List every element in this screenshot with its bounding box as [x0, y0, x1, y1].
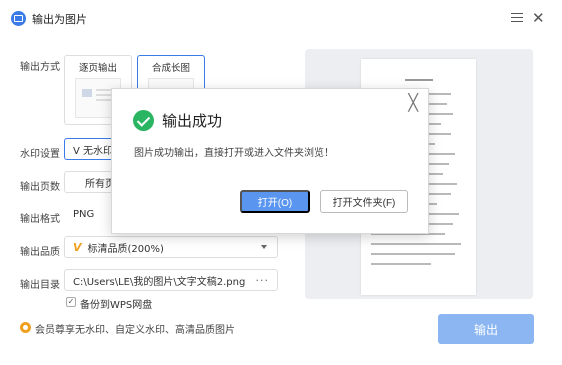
directory-label: 输出目录 — [20, 280, 60, 291]
dialog-title: 输出成功 — [162, 112, 223, 130]
directory-input[interactable]: C:\Users\LE\我的图片\文字文稿2.png ··· — [64, 269, 278, 291]
quality-label: 输出品质 — [20, 247, 60, 258]
export-button[interactable]: 输出 — [438, 314, 534, 344]
vip-note: 会员尊享无水印、自定义水印、高清品质图片 — [35, 325, 235, 336]
menu-icon[interactable] — [511, 13, 523, 23]
directory-value: C:\Users\LE\我的图片\文字文稿2.png — [73, 276, 246, 288]
dialog-message: 图片成功输出，直接打开或进入文件夹浏览！ — [134, 148, 334, 159]
export-success-dialog: ╳ 输出成功 图片成功输出，直接打开或进入文件夹浏览！ 打开(O) 打开文件夹(… — [111, 88, 429, 234]
pages-label: 输出页数 — [20, 182, 60, 193]
output-mode-label: 输出方式 — [20, 62, 60, 73]
option-page-by-page-label: 逐页输出 — [78, 63, 117, 74]
format-select[interactable]: PNG — [64, 203, 110, 225]
format-value: PNG — [73, 208, 95, 220]
success-check-icon — [133, 110, 154, 131]
vip-v-icon: V — [73, 240, 82, 254]
backup-checkbox[interactable]: ✓ — [66, 297, 76, 307]
quality-value: 标清品质(200%) — [87, 243, 164, 255]
image-export-icon — [11, 11, 26, 26]
open-folder-button[interactable]: 打开文件夹(F) — [320, 190, 408, 213]
watermark-label: 水印设置 — [20, 149, 60, 160]
watermark-value: V 无水印 — [73, 145, 114, 157]
window-title: 输出为图片 — [32, 13, 87, 26]
quality-select[interactable]: V 标清品质(200%) — [64, 236, 278, 258]
backup-label: 备份到WPS网盘 — [80, 300, 153, 311]
option-long-image-label: 合成长图 — [151, 63, 190, 74]
open-button[interactable]: 打开(O) — [240, 190, 310, 213]
chevron-down-icon — [261, 245, 267, 249]
format-label: 输出格式 — [20, 214, 60, 225]
browse-button[interactable]: ··· — [256, 274, 270, 287]
vip-crown-icon — [20, 322, 31, 333]
title-bar: 输出为图片 ✕ — [0, 0, 562, 36]
dialog-close-icon[interactable]: ╳ — [408, 93, 418, 113]
close-icon[interactable]: ✕ — [532, 8, 545, 28]
